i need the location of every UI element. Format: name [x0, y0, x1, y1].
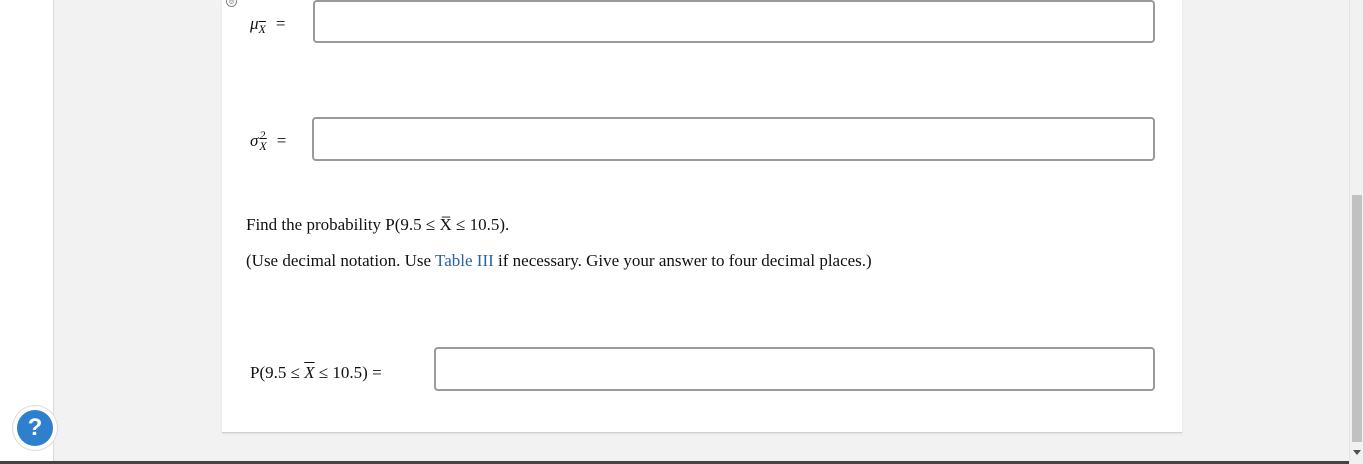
vertical-scrollbar[interactable]	[1349, 0, 1363, 464]
probability-input[interactable]	[434, 347, 1155, 391]
question-prompt: Find the probability P(9.5 ≤ X̅ ≤ 10.5).	[246, 215, 510, 234]
mean-subscript: X	[258, 21, 266, 36]
variance-input[interactable]	[312, 117, 1155, 161]
question-instructions: (Use decimal notation. Use Table III if …	[246, 251, 872, 271]
mu-symbol: μ	[250, 14, 259, 33]
mean-input[interactable]	[313, 0, 1155, 43]
probability-prefix: P(9.5 ≤	[250, 363, 305, 382]
variance-label: σ 2 X =	[250, 129, 287, 153]
question-card: ◎ μ X = σ 2 X = Find the probability P(9…	[222, 0, 1182, 433]
table-iii-link[interactable]: Table III	[435, 251, 494, 270]
mean-equals: =	[275, 14, 286, 33]
probability-suffix: ≤ 10.5) =	[314, 363, 382, 382]
probability-label: P(9.5 ≤ X ≤ 10.5) =	[250, 363, 382, 383]
instruction-prefix: (Use decimal notation. Use	[246, 251, 436, 270]
help-button[interactable]: ?	[17, 410, 53, 446]
left-rail	[0, 0, 54, 464]
scroll-down-arrow-icon[interactable]	[1353, 450, 1361, 455]
corner-circle-icon: ◎	[226, 0, 237, 7]
variance-equals: =	[276, 131, 287, 150]
variance-subscript: X	[259, 139, 267, 153]
variance-scripts: 2 X	[259, 129, 267, 153]
scrollbar-thumb[interactable]	[1352, 195, 1362, 442]
instruction-suffix: if necessary. Give your answer to four d…	[493, 251, 872, 270]
probability-xbar: X	[304, 363, 315, 382]
sigma-symbol: σ	[250, 131, 259, 150]
mean-label: μ X =	[250, 14, 286, 36]
